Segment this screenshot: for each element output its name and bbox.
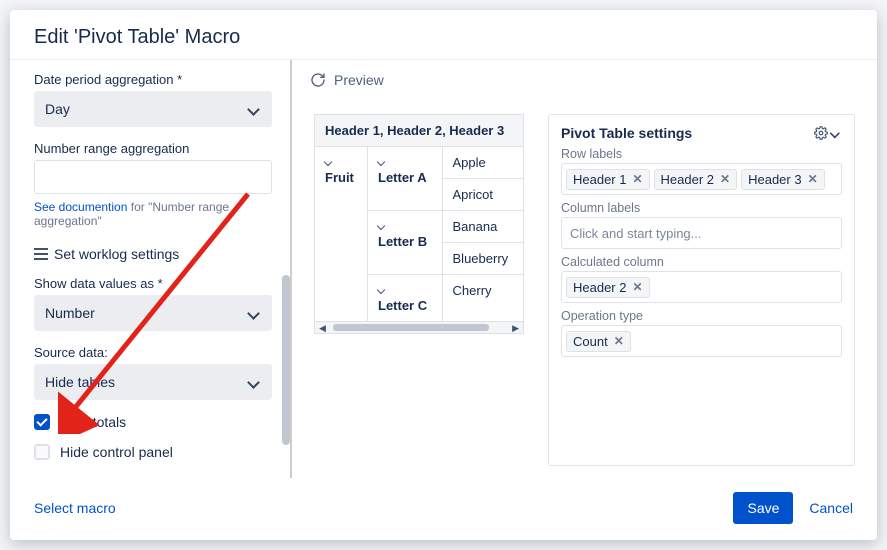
refresh-icon[interactable] xyxy=(310,72,326,88)
expand-icon[interactable] xyxy=(378,283,388,298)
config-panel: Date period aggregation * Day Number ran… xyxy=(10,60,290,478)
row-labels-input[interactable]: Header 1✕ Header 2✕ Header 3✕ xyxy=(561,163,842,195)
settings-header: Pivot Table settings xyxy=(561,125,842,141)
footer-actions: Save Cancel xyxy=(733,492,853,524)
pivot-header: Header 1, Header 2, Header 3 xyxy=(315,115,524,147)
show-as-select[interactable]: Number xyxy=(34,295,272,331)
cell: Blueberry xyxy=(442,243,523,275)
modal-title: Edit 'Pivot Table' Macro xyxy=(34,26,853,49)
calculated-column-input[interactable]: Header 2✕ xyxy=(561,271,842,303)
column-labels-placeholder: Click and start typing... xyxy=(566,223,706,244)
expand-icon[interactable] xyxy=(378,219,388,234)
chevron-down-icon xyxy=(249,376,261,388)
date-period-value: Day xyxy=(45,101,70,117)
date-period-field: Date period aggregation * Day xyxy=(34,72,272,127)
select-macro-link[interactable]: Select macro xyxy=(34,500,116,516)
scrollbar-thumb[interactable] xyxy=(282,275,290,445)
modal-header: Edit 'Pivot Table' Macro xyxy=(10,10,877,59)
show-as-label: Show data values as * xyxy=(34,276,272,291)
remove-tag-icon[interactable]: ✕ xyxy=(632,280,642,294)
macro-edit-modal: Edit 'Pivot Table' Macro Date period agg… xyxy=(10,10,877,540)
column-labels-label: Column labels xyxy=(561,201,842,215)
tag[interactable]: Header 2✕ xyxy=(566,277,650,298)
source-data-field: Source data: Hide tables xyxy=(34,345,272,400)
remove-tag-icon[interactable]: ✕ xyxy=(720,172,730,186)
list-icon xyxy=(34,248,48,260)
left-scrollbar[interactable] xyxy=(282,65,290,473)
expand-icon[interactable] xyxy=(378,155,388,170)
cell: Banana xyxy=(442,211,523,243)
cancel-button[interactable]: Cancel xyxy=(809,500,853,516)
tag[interactable]: Header 1✕ xyxy=(566,169,650,190)
scroll-right-icon[interactable]: ▶ xyxy=(512,323,519,333)
remove-tag-icon[interactable]: ✕ xyxy=(632,172,642,186)
modal-body: Date period aggregation * Day Number ran… xyxy=(10,59,877,478)
source-data-value: Hide tables xyxy=(45,374,115,390)
source-data-select[interactable]: Hide tables xyxy=(34,364,272,400)
expand-icon[interactable] xyxy=(325,155,335,170)
show-as-value: Number xyxy=(45,305,95,321)
modal-footer: Select macro Save Cancel xyxy=(10,478,877,540)
settings-menu-button[interactable] xyxy=(814,126,842,140)
preview-panel: Preview Header 1, Header 2, Header 3 Fru… xyxy=(290,60,877,478)
cell: Apple xyxy=(442,147,523,179)
cell: Apricot xyxy=(442,179,523,211)
operation-type-label: Operation type xyxy=(561,309,842,323)
settings-title: Pivot Table settings xyxy=(561,125,692,141)
tag[interactable]: Header 3✕ xyxy=(741,169,825,190)
date-period-label: Date period aggregation * xyxy=(34,72,272,87)
operation-type-input[interactable]: Count✕ xyxy=(561,325,842,357)
preview-header: Preview xyxy=(310,72,859,88)
number-range-label: Number range aggregation xyxy=(34,141,272,156)
scroll-left-icon[interactable]: ◀ xyxy=(319,323,326,333)
source-data-label: Source data: xyxy=(34,345,272,360)
hide-totals-checkbox[interactable]: Hide totals xyxy=(34,414,272,430)
pivot-settings-panel: Pivot Table settings Row labels Header 1… xyxy=(548,114,855,466)
calculated-column-label: Calculated column xyxy=(561,255,842,269)
remove-tag-icon[interactable]: ✕ xyxy=(808,172,818,186)
subgroup-b[interactable]: Letter B xyxy=(368,211,443,275)
chevron-down-icon xyxy=(249,103,261,115)
preview-label: Preview xyxy=(334,72,384,88)
row-labels-label: Row labels xyxy=(561,147,842,161)
chevron-down-icon xyxy=(249,307,261,319)
preview-content: Header 1, Header 2, Header 3 Fruit Lette… xyxy=(310,102,859,466)
hide-totals-label: Hide totals xyxy=(60,414,126,430)
pivot-table: Header 1, Header 2, Header 3 Fruit Lette… xyxy=(314,114,524,322)
remove-tag-icon[interactable]: ✕ xyxy=(614,334,624,348)
hide-control-label: Hide control panel xyxy=(60,444,173,460)
pivot-horizontal-scrollbar[interactable]: ◀ ▶ xyxy=(314,322,524,334)
scrollbar-thumb[interactable] xyxy=(333,324,489,331)
pivot-table-container: Header 1, Header 2, Header 3 Fruit Lette… xyxy=(314,114,524,466)
documentation-link[interactable]: See documention xyxy=(34,200,127,214)
hide-control-panel-checkbox[interactable]: Hide control panel xyxy=(34,444,272,460)
cell: Cherry xyxy=(442,275,523,322)
worklog-settings-button[interactable]: Set worklog settings xyxy=(34,246,272,262)
save-button[interactable]: Save xyxy=(733,492,793,524)
checkbox-unchecked-icon xyxy=(34,444,50,460)
number-range-input[interactable] xyxy=(34,160,272,194)
number-range-helper: See documention for "Number range aggreg… xyxy=(34,200,272,228)
subgroup-c[interactable]: Letter C xyxy=(368,275,443,322)
tag[interactable]: Count✕ xyxy=(566,331,631,352)
checkbox-checked-icon xyxy=(34,414,50,430)
row-group[interactable]: Fruit xyxy=(315,147,368,322)
column-labels-input[interactable]: Click and start typing... xyxy=(561,217,842,249)
date-period-select[interactable]: Day xyxy=(34,91,272,127)
tag[interactable]: Header 2✕ xyxy=(654,169,738,190)
chevron-down-icon xyxy=(831,128,841,138)
gear-icon xyxy=(814,126,828,140)
number-range-field: Number range aggregation See documention… xyxy=(34,141,272,228)
show-as-field: Show data values as * Number xyxy=(34,276,272,331)
worklog-label: Set worklog settings xyxy=(54,246,179,262)
subgroup-a[interactable]: Letter A xyxy=(368,147,443,211)
